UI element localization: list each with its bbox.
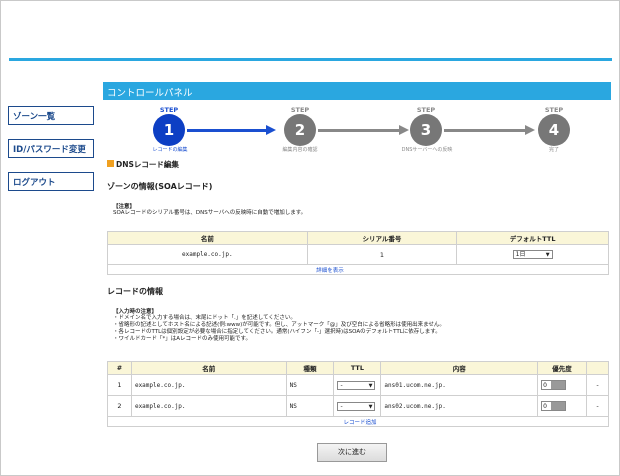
sidebar-item-label: ログアウト	[13, 178, 56, 188]
record-action: -	[586, 395, 609, 417]
record-name: example.co.jp.	[130, 374, 287, 396]
record-info-title: レコードの情報	[107, 287, 163, 296]
column-header: 種類	[285, 361, 335, 375]
sidebar-item-id-password[interactable]: ID/パスワード変更	[8, 139, 94, 158]
step-2-word: STEP	[290, 106, 310, 114]
step-2-circle: 2	[284, 114, 316, 146]
panel-title-bar: コントロールパネル	[103, 82, 611, 100]
record-ttl-value: -	[340, 402, 343, 410]
step-4-caption: 完了	[548, 147, 559, 153]
step-arrow-3	[444, 129, 526, 132]
default-ttl-value: 1日	[515, 251, 526, 258]
table-row: 1 example.co.jp. NS - ▼ ans01.ucom.ne.jp.…	[107, 374, 609, 396]
column-header: 優先度	[537, 361, 587, 375]
chevron-down-icon: ▼	[545, 252, 550, 258]
record-content: ans02.ucom.ne.jp.	[380, 395, 539, 417]
record-ttl-select[interactable]: - ▼	[337, 401, 376, 411]
sidebar-item-zone-list[interactable]: ゾーン一覧	[8, 106, 94, 125]
record-name: example.co.jp.	[130, 395, 287, 417]
chevron-down-icon: ▼	[368, 403, 373, 410]
step-1-word: STEP	[159, 106, 179, 114]
soa-serial-cell: 1	[306, 244, 458, 265]
record-note-1: ・ドメイン名で入力する場合は、末尾にドット「.」を記述してください。	[113, 315, 296, 321]
record-type: NS	[285, 395, 335, 417]
step-3-caption: DNSサーバーへの反映	[401, 147, 453, 153]
panel-title: コントロールパネル	[107, 88, 193, 99]
record-note-4: ・ワイルドカード「*」はAレコードのみ使用可能です。	[113, 336, 251, 342]
soa-name-cell: example.co.jp.	[107, 244, 308, 265]
zone-info-title: ゾーンの情報(SOAレコード)	[107, 182, 213, 191]
header-accent-line	[9, 58, 612, 61]
section-title: DNSレコード編集	[116, 160, 179, 169]
step-arrowhead-3	[525, 125, 535, 135]
records-table: # 名前 種類 TTL 内容 優先度 1 example.co.jp. NS -…	[107, 361, 609, 417]
step-4-circle: 4	[538, 114, 570, 146]
soa-table: 名前 シリアル番号 デフォルトTTL example.co.jp. 1 1日 ▼	[107, 231, 609, 265]
chevron-down-icon: ▼	[368, 382, 373, 389]
default-ttl-select[interactable]: 1日 ▼	[512, 250, 553, 259]
record-note-2: ・省略形の記述としてホスト名による記述(例:www)が可能です。但し、アットマー…	[113, 322, 445, 328]
step-4-word: STEP	[544, 106, 564, 114]
step-1-circle: 1	[153, 114, 185, 146]
record-content: ans01.ucom.ne.jp.	[380, 374, 539, 396]
record-ttl-select[interactable]: - ▼	[337, 380, 376, 390]
sidebar-item-logout[interactable]: ログアウト	[8, 172, 94, 191]
record-note-heading: 【入力時の注意】	[113, 309, 158, 315]
sidebar-item-label: ゾーン一覧	[13, 112, 56, 122]
record-action: -	[586, 374, 609, 396]
step-arrowhead-2	[399, 125, 409, 135]
column-header: TTL	[333, 361, 382, 375]
zone-note-heading: 【注意】	[113, 204, 136, 210]
column-header-action	[586, 361, 609, 375]
record-num: 2	[107, 395, 132, 417]
step-3-word: STEP	[416, 106, 436, 114]
column-header: 名前	[107, 231, 308, 245]
priority-input[interactable]: 0	[541, 380, 567, 390]
soa-table-footer	[107, 264, 609, 275]
add-record-link[interactable]: レコード追加	[330, 418, 390, 426]
next-button[interactable]: 次に進む	[317, 443, 387, 462]
column-header: シリアル番号	[306, 231, 458, 245]
step-1-caption: レコードの編集	[152, 147, 188, 153]
record-ttl-value: -	[340, 381, 343, 389]
record-note-3: ・各レコードのTTLは個別設定が必要な場合に指定してください。通常(ハイフン「-…	[113, 329, 441, 335]
step-2-caption: 編集内容の確認	[282, 147, 318, 153]
column-header: #	[107, 361, 132, 375]
zone-note-text: SOAレコードのシリアル番号は、DNSサーバへの反映時に自動で増加します。	[113, 210, 307, 216]
step-arrowhead-1	[266, 125, 276, 135]
column-header: デフォルトTTL	[456, 231, 609, 245]
step-3-circle: 3	[410, 114, 442, 146]
record-num: 1	[107, 374, 132, 396]
column-header: 内容	[380, 361, 539, 375]
table-row: 2 example.co.jp. NS - ▼ ans02.ucom.ne.jp.…	[107, 395, 609, 417]
section-bullet-icon	[107, 160, 114, 167]
column-header: 名前	[130, 361, 287, 375]
step-arrow-2	[318, 129, 400, 132]
sidebar-item-label: ID/パスワード変更	[13, 145, 86, 155]
step-arrow-1	[187, 129, 267, 132]
soa-ttl-cell: 1日 ▼	[456, 244, 609, 265]
record-type: NS	[285, 374, 335, 396]
priority-input[interactable]: 0	[541, 401, 567, 411]
